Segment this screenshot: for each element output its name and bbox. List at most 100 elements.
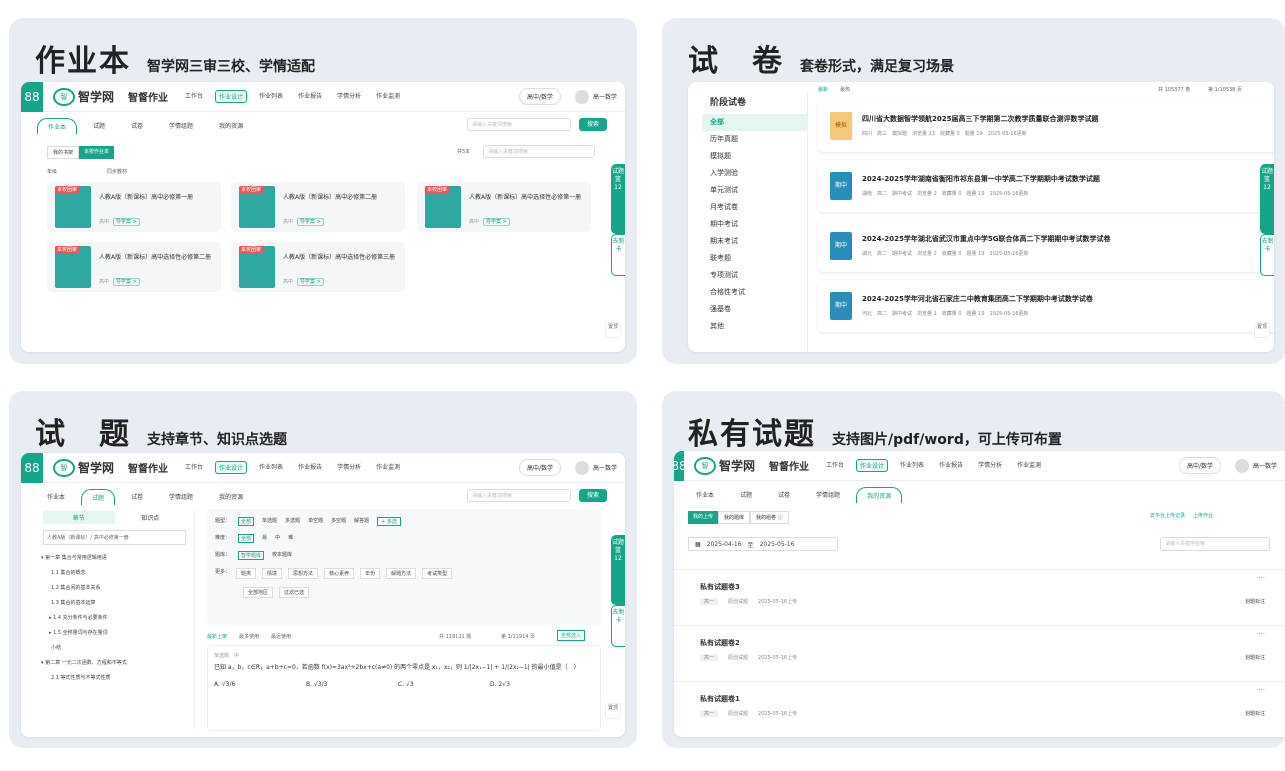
nav-item[interactable]: 学情分析	[334, 461, 364, 474]
user-name[interactable]: 高一数学	[593, 92, 617, 101]
tree-node[interactable]: 2.1 等式性质与不等式性质	[41, 671, 194, 686]
filter-dropdown[interactable]: 解题方法	[386, 568, 417, 579]
filter-dropdown[interactable]: 考试类型	[422, 568, 453, 579]
guide-link[interactable]: 导学案 >	[297, 278, 324, 286]
filter-dropdown[interactable]: 思想方法	[288, 568, 319, 579]
tab-my-resources[interactable]: 我的资源	[209, 118, 253, 134]
sidebar-item[interactable]: 其他	[702, 318, 807, 335]
sidebar-item[interactable]: 期末考试	[702, 233, 807, 250]
paper-title[interactable]: 2024-2025学年湖北省武汉市重点中学5G联合体高二下学期期中考试数学试卷	[862, 234, 1111, 244]
guide-link[interactable]: 导学案 >	[113, 218, 140, 226]
paper-card[interactable]: 期中 2024-2025学年河北省石家庄二中教育集团高二下学期期中考试数学试卷 …	[818, 280, 1274, 332]
nav-item[interactable]: 工作台	[823, 459, 847, 472]
private-item-row[interactable]: 私有试题卷3 高一 原创试题 2025-05-16上传 ··· 划题标注	[674, 569, 1285, 617]
sidebar-item[interactable]: 历年真题	[702, 131, 807, 148]
back-to-top-button[interactable]: 置顶	[605, 703, 621, 719]
nav-item[interactable]: 作业报告	[295, 461, 325, 474]
filter-option[interactable]: 校本题库	[272, 551, 292, 560]
avatar[interactable]	[574, 460, 589, 475]
nav-item[interactable]: 学情分析	[975, 459, 1005, 472]
tab-homework[interactable]: 作业本	[686, 487, 724, 503]
filter-option[interactable]: 解答题	[354, 517, 369, 526]
add-all-button[interactable]: 全部选入	[557, 630, 586, 641]
sidebar-item[interactable]: 模拟题	[702, 148, 807, 165]
sidebar-item[interactable]: 期中考试	[702, 216, 807, 233]
paper-card[interactable]: 期中 2024-2025学年湖南省衡阳市祁东县第一中学高二下学期期中考试数学试题…	[818, 160, 1274, 212]
tree-node[interactable]: ▸ 1.4 充分条件与必要条件	[41, 611, 194, 626]
more-icon[interactable]: ···	[1258, 574, 1265, 582]
nav-item[interactable]: 作业监测	[373, 461, 403, 474]
book-search-input[interactable]: 请输入关键词搜索	[483, 145, 595, 158]
make-card-tab[interactable]: 去制卡	[611, 605, 625, 647]
nav-item[interactable]: 作业列表	[256, 461, 286, 474]
make-card-tab[interactable]: 去制卡	[611, 234, 625, 276]
nav-item-active[interactable]: 作业设计	[856, 459, 889, 472]
subject-select[interactable]: 高中/数学	[518, 459, 561, 476]
tree-node[interactable]: ▾ 第二章 一元二次函数、方程和不等式	[41, 656, 194, 671]
question-basket-tab[interactable]: 试题篮 12	[611, 164, 625, 234]
tab-my-resources[interactable]: 我的资源	[856, 487, 903, 503]
question-basket-tab[interactable]: 试题篮 12	[611, 535, 625, 605]
tab-analysis[interactable]: 学情组题	[159, 118, 203, 134]
tab-papers[interactable]: 试卷	[768, 487, 800, 503]
sidebar-item-all[interactable]: 全部	[702, 114, 807, 131]
nav-item[interactable]: 作业监测	[1014, 459, 1044, 472]
subject-select[interactable]: 高中/数学	[518, 88, 561, 105]
tree-node[interactable]: 小结	[41, 641, 194, 656]
filter-dropdown[interactable]: 题类	[236, 568, 257, 579]
private-item-row[interactable]: 私有试题卷2 高一 原创试题 2025-05-16上传 ··· 划题标注	[674, 625, 1285, 673]
date-range-picker[interactable]: ▦ 2025-04-16 至 2025-05-16	[688, 537, 838, 551]
nav-item[interactable]: 作业列表	[897, 459, 927, 472]
filter-textbook[interactable]: 同步教材	[107, 168, 127, 175]
tree-node[interactable]: 1.1 集合的概念	[41, 566, 194, 581]
nav-item[interactable]: 作业报告	[295, 90, 325, 103]
nav-item-active[interactable]: 作业设计	[215, 461, 248, 474]
subtab-my-uploads[interactable]: 我的上传	[688, 511, 719, 524]
grid-menu-icon[interactable]: 88	[674, 451, 687, 481]
sidebar-item[interactable]: 强基卷	[702, 301, 807, 318]
book-card[interactable]: 本校团审 人教A版（新课标）高中必修第二册 高中 导学案 >	[231, 182, 405, 232]
question-basket-tab[interactable]: 试题篮 12	[1260, 164, 1274, 234]
nav-item[interactable]: 作业报告	[936, 459, 966, 472]
sidebar-item[interactable]: 月考试卷	[702, 199, 807, 216]
keyword-search-input[interactable]: 请输入关键字检索	[1160, 537, 1270, 551]
back-to-top-button[interactable]: 置顶	[1254, 322, 1270, 338]
subtab-my-papers[interactable]: 我的组卷 ⓘ	[750, 511, 789, 524]
sort-hottest[interactable]: 最热	[840, 86, 850, 93]
filter-dropdown[interactable]: 全部地区	[243, 587, 274, 598]
item-title[interactable]: 私有试题卷1	[700, 694, 740, 704]
tab-papers[interactable]: 试卷	[121, 489, 153, 505]
filter-option-active[interactable]: 全部	[238, 517, 255, 526]
toggle-school-books[interactable]: 本校作业本	[79, 146, 115, 159]
sort-newest[interactable]: 最新	[818, 86, 828, 93]
sort-recent[interactable]: 最近使用	[271, 633, 291, 640]
item-title[interactable]: 私有试题卷2	[700, 638, 740, 648]
nav-item-active[interactable]: 作业设计	[215, 90, 248, 103]
filter-option[interactable]: 单选题	[262, 517, 277, 526]
sidebar-item[interactable]: 合格性考试	[702, 284, 807, 301]
nav-item[interactable]: 工作台	[182, 461, 206, 474]
more-icon[interactable]: ···	[1258, 630, 1265, 638]
filter-dropdown[interactable]: 情境	[262, 568, 283, 579]
tab-analysis[interactable]: 学情组题	[159, 489, 203, 505]
sidebar-item[interactable]: 联考题	[702, 250, 807, 267]
paper-card[interactable]: 期中 2024-2025学年湖北省武汉市重点中学5G联合体高二下学期期中考试数学…	[818, 220, 1274, 272]
filter-option[interactable]: 中	[275, 534, 280, 543]
book-card[interactable]: 本校团审 人教A版（新课标）高中选择性必修第一册 高中 导学案 >	[417, 182, 591, 232]
tab-homework[interactable]: 作业本	[37, 489, 75, 505]
subtab-my-bank[interactable]: 我的题库	[718, 511, 751, 524]
tab-my-resources[interactable]: 我的资源	[209, 489, 253, 505]
book-select[interactable]: 人教A版（新课标）/ 高中必修第一册	[43, 530, 186, 545]
nav-item[interactable]: 工作台	[182, 90, 206, 103]
filter-option[interactable]: 多选题	[285, 517, 300, 526]
make-card-tab[interactable]: 去制卡	[1260, 234, 1274, 276]
tab-analysis[interactable]: 学情组题	[806, 487, 850, 503]
upload-homework-link[interactable]: 上传作业	[1193, 512, 1213, 519]
nav-item[interactable]: 作业列表	[256, 90, 286, 103]
sidebar-item[interactable]: 入学测验	[702, 165, 807, 182]
guide-link[interactable]: 导学案 >	[113, 278, 140, 286]
search-input[interactable]: 请输入关键词搜索	[467, 489, 571, 502]
filter-dropdown[interactable]: 过滤已选	[279, 587, 310, 598]
filter-option[interactable]: 易	[262, 534, 267, 543]
filter-dropdown[interactable]: 核心素养	[324, 568, 355, 579]
